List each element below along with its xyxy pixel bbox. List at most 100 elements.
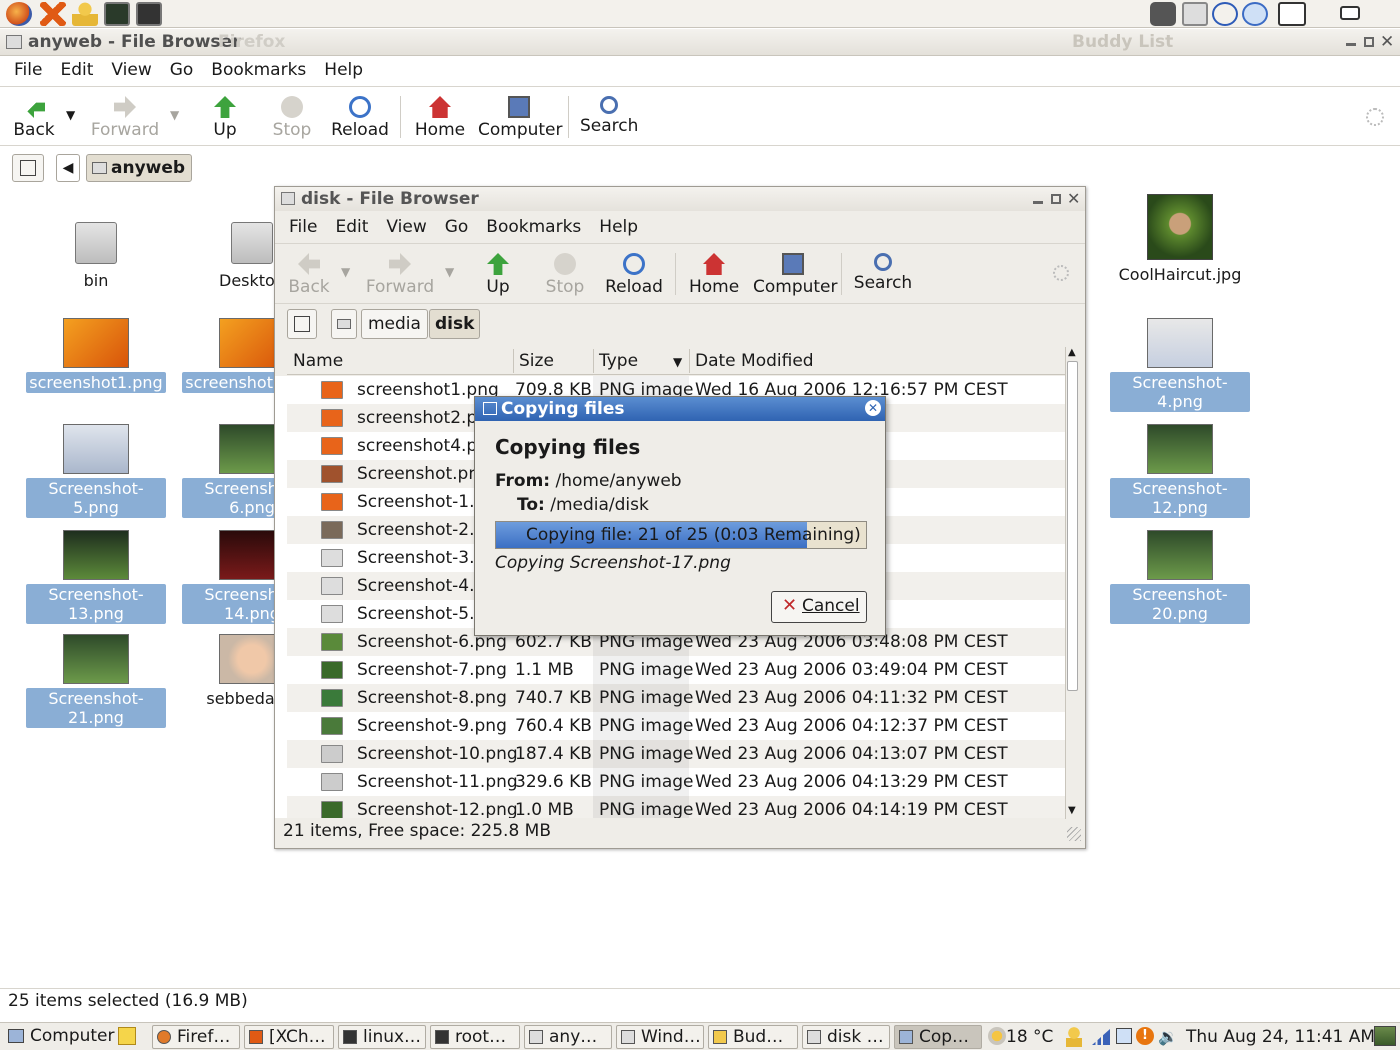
network-icon[interactable] xyxy=(1242,2,1268,26)
forward-history-icon[interactable]: ▼ xyxy=(170,108,179,122)
icon-screenshot-13[interactable]: Screenshot-13.png xyxy=(26,530,166,624)
menu-bookmarks[interactable]: Bookmarks xyxy=(486,217,581,237)
home-button[interactable]: Home xyxy=(689,253,739,297)
up-button[interactable]: Up xyxy=(210,96,240,140)
camera-icon[interactable] xyxy=(1150,2,1176,26)
task-linux-terminal[interactable]: linux… xyxy=(338,1025,426,1049)
menu-go[interactable]: Go xyxy=(170,60,194,80)
vertical-scrollbar[interactable]: ▲ ▼ xyxy=(1065,347,1079,819)
dialog-titlebar[interactable]: Copying files ✕ xyxy=(475,397,885,421)
maximize-icon[interactable] xyxy=(1364,37,1374,47)
table-row[interactable]: Screenshot-8.png 740.7 KB PNG image Wed 23 … xyxy=(287,684,1065,712)
column-size[interactable]: Size xyxy=(519,351,554,371)
computer-menu[interactable]: Computer xyxy=(4,1025,119,1049)
task-windows[interactable]: Wind… xyxy=(616,1025,704,1049)
back-history-icon[interactable]: ▼ xyxy=(341,265,350,279)
computer-button[interactable]: Computer xyxy=(478,96,563,140)
resize-grip-icon[interactable] xyxy=(1067,827,1081,841)
home-button[interactable]: Home xyxy=(414,96,466,140)
icon-screenshot-5[interactable]: Screenshot-5.png xyxy=(26,424,166,518)
terminal-launcher-icon[interactable] xyxy=(104,2,130,26)
column-name[interactable]: Name xyxy=(293,351,343,371)
close-icon[interactable]: ✕ xyxy=(1067,189,1080,208)
task-xchat[interactable]: [XCh… xyxy=(244,1025,334,1049)
update-alert-icon[interactable]: ! xyxy=(1136,1027,1154,1045)
stop-button[interactable]: Stop xyxy=(272,96,312,140)
menu-file[interactable]: File xyxy=(289,217,317,237)
icon-screenshot1[interactable]: screenshot1.png xyxy=(26,318,166,393)
notes-icon[interactable] xyxy=(118,1027,136,1045)
root-terminal-launcher-icon[interactable] xyxy=(136,2,162,26)
task-firefox[interactable]: Firef… xyxy=(152,1025,240,1049)
main-window-titlebar[interactable]: anyweb - File Browser Firefox Buddy List… xyxy=(0,29,1400,56)
minimize-icon[interactable] xyxy=(1346,43,1356,46)
scroll-up-icon[interactable]: ▲ xyxy=(1068,347,1076,358)
reload-button[interactable]: Reload xyxy=(330,96,390,140)
weather-icon[interactable] xyxy=(988,1027,1006,1045)
firefox-launcher-icon[interactable] xyxy=(6,2,32,26)
task-disk-browser[interactable]: disk … xyxy=(802,1025,890,1049)
show-desktop-icon[interactable] xyxy=(1374,1026,1396,1046)
task-copying-files[interactable]: Cop… xyxy=(894,1025,982,1049)
search-button[interactable]: Search xyxy=(580,96,638,136)
menu-go[interactable]: Go xyxy=(445,217,469,237)
icon-screenshot-20[interactable]: Screenshot-20.png xyxy=(1110,530,1250,624)
icon-bin[interactable]: bin xyxy=(26,222,166,291)
icon-screenshot-21[interactable]: Screenshot-21.png xyxy=(26,634,166,728)
icon-screenshot-12[interactable]: Screenshot-12.png xyxy=(1110,424,1250,518)
gaim-tray-icon[interactable] xyxy=(1066,1027,1082,1047)
back-button[interactable]: Back xyxy=(12,96,56,140)
workspace-2-icon[interactable] xyxy=(1340,6,1360,20)
stop-button[interactable]: Stop xyxy=(545,253,585,297)
task-anyweb-browser[interactable]: any… xyxy=(524,1025,612,1049)
toggle-location-button[interactable] xyxy=(12,154,44,182)
path-button-media[interactable]: media xyxy=(361,309,428,339)
icon-coolhaircut[interactable]: CoolHaircut.jpg xyxy=(1110,194,1250,285)
column-date-modified[interactable]: Date Modified xyxy=(695,351,814,371)
table-row[interactable]: Screenshot-11.png 329.6 KB PNG image Wed 23… xyxy=(287,768,1065,796)
table-row[interactable]: Screenshot-12.png 1.0 MB PNG image Wed 23 A… xyxy=(287,796,1065,818)
menu-file[interactable]: File xyxy=(14,60,42,80)
weather-temperature[interactable]: 18 °C xyxy=(1006,1027,1053,1047)
path-button-root[interactable] xyxy=(331,309,357,339)
cart-icon[interactable] xyxy=(1182,2,1208,26)
column-type[interactable]: Type xyxy=(599,351,638,371)
search-button[interactable]: Search xyxy=(853,253,913,293)
network-tray-icon[interactable] xyxy=(1116,1028,1132,1044)
task-buddy-list[interactable]: Bud… xyxy=(708,1025,798,1049)
forward-button[interactable]: Forward xyxy=(90,96,160,140)
menu-bookmarks[interactable]: Bookmarks xyxy=(211,60,306,80)
menu-help[interactable]: Help xyxy=(324,60,363,80)
icon-screenshot-4[interactable]: Screenshot-4.png xyxy=(1110,318,1250,412)
table-row[interactable]: Screenshot-9.png 760.4 KB PNG image Wed 23 … xyxy=(287,712,1065,740)
forward-history-icon[interactable]: ▼ xyxy=(445,265,454,279)
cancel-button[interactable]: ✕ Cancel xyxy=(771,591,867,623)
signal-strength-icon[interactable] xyxy=(1092,1029,1110,1045)
gaim-launcher-icon[interactable] xyxy=(72,2,98,26)
up-button[interactable]: Up xyxy=(483,253,513,297)
table-row[interactable]: Screenshot-10.png 187.4 KB PNG image Wed 23… xyxy=(287,740,1065,768)
xchat-launcher-icon[interactable] xyxy=(40,2,66,26)
table-row[interactable]: Screenshot-7.png 1.1 MB PNG image Wed 23 Au… xyxy=(287,656,1065,684)
disk-window-titlebar[interactable]: disk - File Browser ✕ xyxy=(275,187,1085,211)
maximize-icon[interactable] xyxy=(1051,194,1061,204)
task-root-terminal[interactable]: root… xyxy=(430,1025,520,1049)
wireless-icon[interactable] xyxy=(1212,2,1238,26)
menu-view[interactable]: View xyxy=(111,60,151,80)
menu-edit[interactable]: Edit xyxy=(60,60,93,80)
close-icon[interactable]: ✕ xyxy=(865,400,881,416)
close-icon[interactable]: ✕ xyxy=(1380,32,1394,52)
reload-button[interactable]: Reload xyxy=(605,253,663,297)
menu-view[interactable]: View xyxy=(386,217,426,237)
forward-button[interactable]: Forward xyxy=(365,253,435,297)
back-button[interactable]: Back xyxy=(287,253,331,297)
scrollbar-thumb[interactable] xyxy=(1067,361,1078,691)
clock[interactable]: Thu Aug 24, 11:41 AM xyxy=(1186,1027,1375,1047)
scroll-down-icon[interactable]: ▼ xyxy=(1068,805,1076,816)
minimize-icon[interactable] xyxy=(1033,201,1043,204)
toggle-location-button[interactable] xyxy=(287,309,317,339)
menu-edit[interactable]: Edit xyxy=(335,217,368,237)
computer-button[interactable]: Computer xyxy=(753,253,838,297)
volume-icon[interactable]: 🔉 xyxy=(1158,1027,1178,1046)
workspace-1-icon[interactable] xyxy=(1278,2,1306,26)
